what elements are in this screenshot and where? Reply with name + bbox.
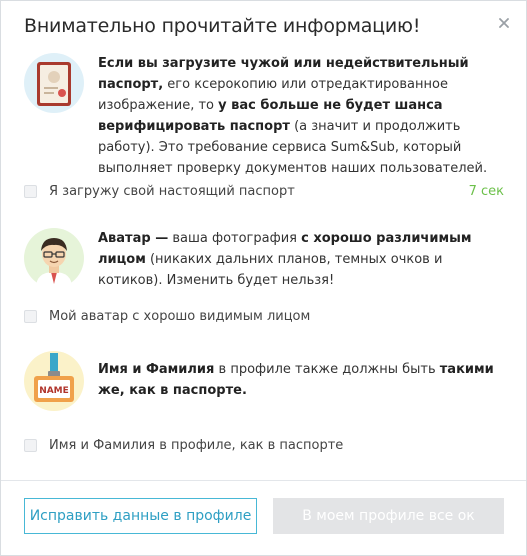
name-text-1: в профиле также должны быть — [214, 362, 440, 377]
name-text-bold-1: Имя и Фамилия — [98, 362, 215, 377]
name-requirement-text: Имя и Фамилия в профиле также должны быт… — [98, 359, 502, 401]
avatar-text-bold-1: Аватар — — [98, 231, 169, 246]
profile-ok-button[interactable]: В моем профиле все ок — [273, 498, 504, 534]
name-info-block: NAME Имя и Фамилия в профиле также должн… — [24, 351, 504, 411]
badge-name-text: NAME — [39, 386, 69, 396]
name-confirm-row: Имя и Фамилия в профиле, как в паспорте — [24, 436, 504, 454]
avatar-info-block: Аватар — ваша фотография с хорошо различ… — [24, 228, 504, 292]
name-badge-icon: NAME — [24, 351, 84, 411]
footer-divider — [1, 480, 526, 481]
verification-info-modal: Внимательно прочитайте информацию! Если … — [0, 0, 527, 556]
passport-confirm-checkbox[interactable] — [24, 184, 37, 198]
fix-profile-button[interactable]: Исправить данные в профиле — [24, 498, 257, 534]
avatar-confirm-checkbox[interactable] — [24, 309, 37, 323]
passport-warning-text: Если вы загрузите чужой или недействител… — [98, 53, 502, 179]
avatar-person-icon — [24, 228, 84, 288]
avatar-text-1: ваша фотография — [168, 231, 302, 246]
passport-document-icon — [24, 53, 84, 113]
modal-title: Внимательно прочитайте информацию! — [24, 15, 421, 37]
passport-info-block: Если вы загрузите чужой или недействител… — [24, 53, 504, 176]
passport-confirm-label: Я загружу свой настоящий паспорт — [49, 183, 295, 199]
avatar-confirm-label: Мой аватар с хорошо видимым лицом — [49, 308, 311, 324]
name-confirm-checkbox[interactable] — [24, 438, 37, 452]
avatar-text-2: (никаких дальних планов, темных очков и … — [98, 252, 443, 288]
name-confirm-label: Имя и Фамилия в профиле, как в паспорте — [49, 437, 344, 453]
countdown-timer: 7 сек — [468, 183, 504, 199]
close-icon[interactable] — [496, 15, 512, 31]
passport-confirm-row: Я загружу свой настоящий паспорт 7 сек — [24, 182, 504, 200]
avatar-requirement-text: Аватар — ваша фотография с хорошо различ… — [98, 228, 502, 291]
avatar-confirm-row: Мой аватар с хорошо видимым лицом — [24, 307, 504, 325]
